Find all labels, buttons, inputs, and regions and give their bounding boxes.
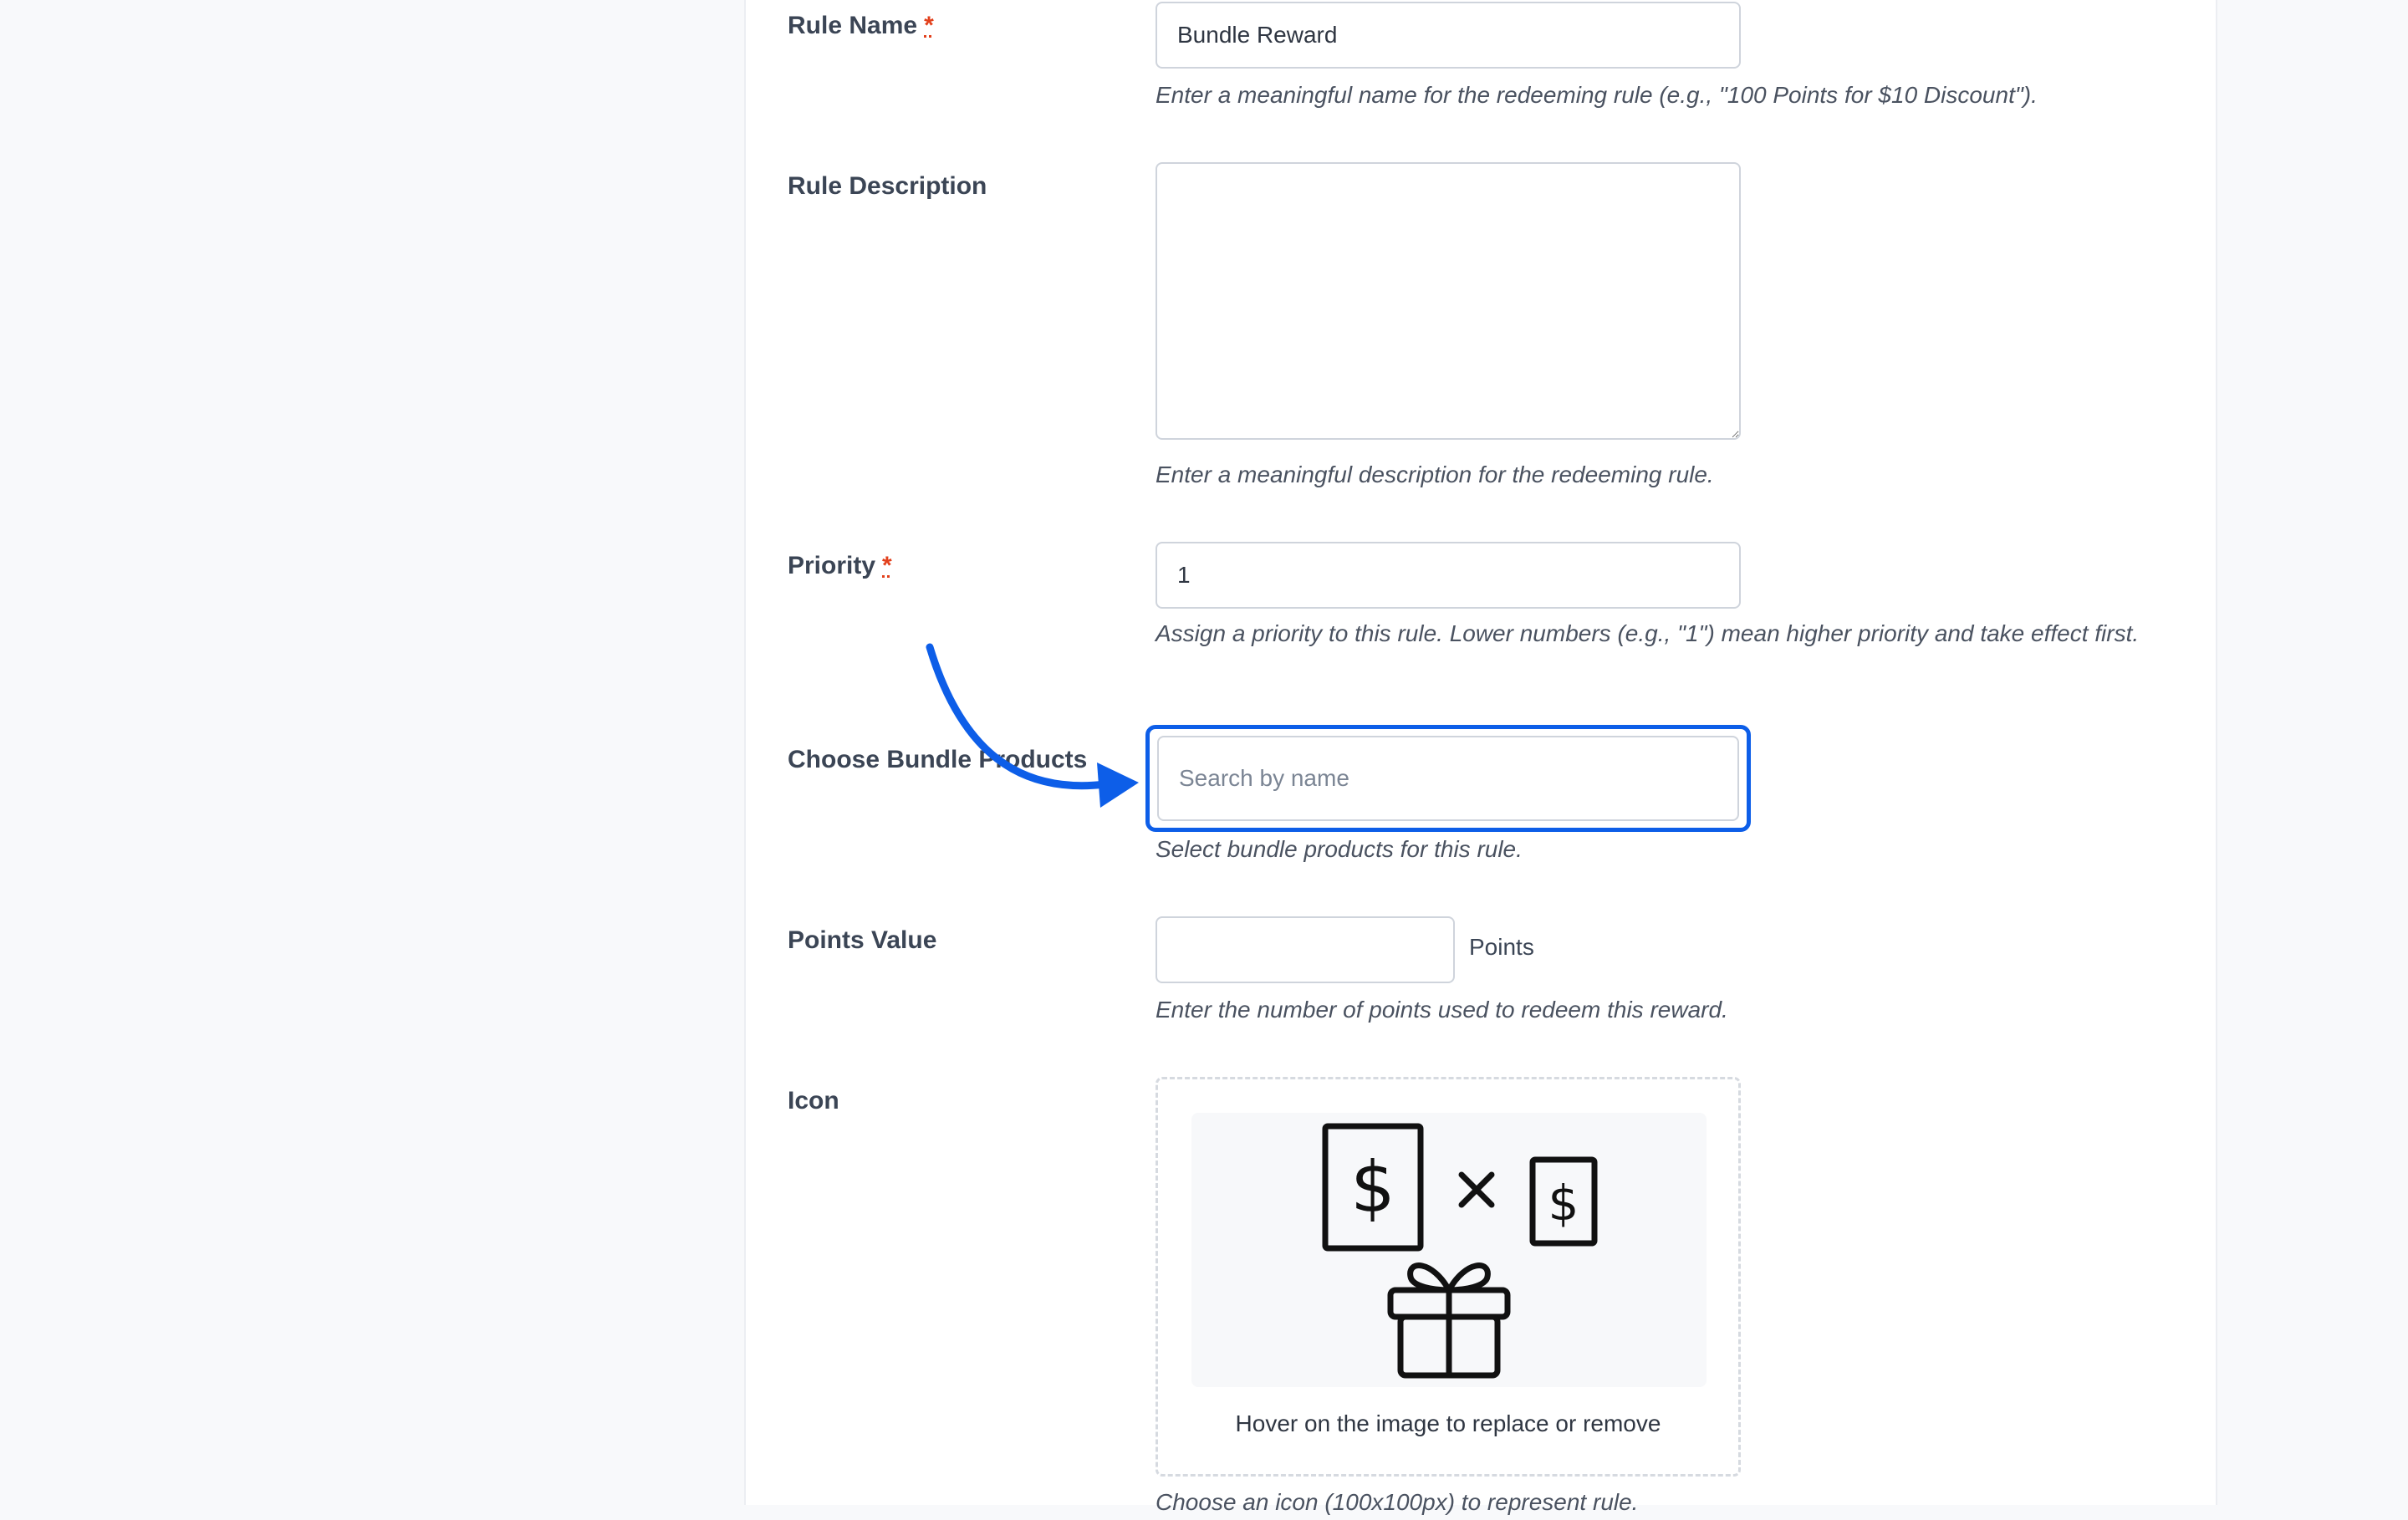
icon-help: Choose an icon (100x100px) to represent … (1156, 1489, 1639, 1515)
rule-name-label: Rule Name * (788, 12, 934, 40)
points-value-input[interactable] (1156, 916, 1455, 983)
priority-label: Priority * (788, 552, 892, 580)
annotation-arrow-icon (926, 643, 1139, 808)
rule-description-textarea[interactable] (1156, 162, 1741, 440)
bundle-products-help: Select bundle products for this rule. (1156, 836, 1523, 862)
svg-text:$: $ (1350, 1146, 1395, 1228)
priority-help: Assign a priority to this rule. Lower nu… (1156, 620, 2140, 646)
icon-caption: Hover on the image to replace or remove (1235, 1410, 1661, 1436)
priority-label-text: Priority (788, 552, 876, 579)
bundle-reward-icon: $ $ (1322, 1123, 1598, 1379)
icon-preview[interactable]: $ $ (1191, 1113, 1707, 1387)
required-marker: * (924, 12, 934, 39)
rule-name-label-text: Rule Name (788, 12, 918, 39)
svg-text:$: $ (1548, 1175, 1579, 1232)
points-value-label: Points Value (788, 926, 937, 954)
points-suffix: Points (1469, 934, 1534, 960)
rule-name-help: Enter a meaningful name for the redeemin… (1156, 82, 2038, 108)
icon-label: Icon (788, 1087, 839, 1114)
priority-input[interactable] (1156, 542, 1741, 609)
rule-description-label: Rule Description (788, 172, 987, 200)
annotation-highlight-box (1145, 725, 1751, 832)
icon-upload-box[interactable]: $ $ Hover on the image to replace or rem… (1156, 1077, 1741, 1477)
required-marker: * (882, 552, 892, 579)
points-value-help: Enter the number of points used to redee… (1156, 997, 1728, 1023)
rule-description-help: Enter a meaningful description for the r… (1156, 462, 1714, 487)
rule-name-input[interactable] (1156, 2, 1741, 69)
